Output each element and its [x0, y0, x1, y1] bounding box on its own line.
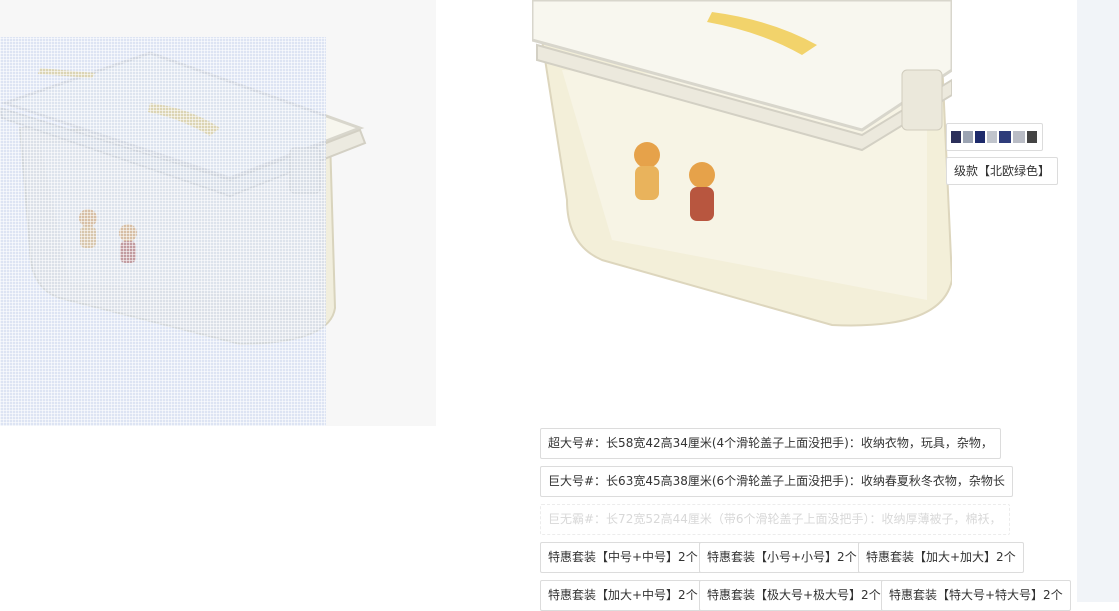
swatch-block — [951, 131, 961, 143]
option-chip[interactable]: 级款【北欧绿色】 — [946, 157, 1059, 185]
bundle-option-chip[interactable]: 特惠套装【加大+中号】2个 — [540, 580, 706, 611]
swatch-block — [999, 131, 1011, 143]
bundle-option-chip[interactable]: 特惠套装【加大+加大】2个 — [858, 542, 1024, 573]
bundle-option-chip[interactable]: 特惠套装【中号+中号】2个 — [540, 542, 706, 573]
bundle-option-chip[interactable]: 特惠套装【特大号+特大号】2个 — [881, 580, 1071, 611]
swatch-block — [963, 131, 973, 143]
zoom-lens[interactable] — [0, 37, 326, 426]
swatch-block — [1013, 131, 1025, 143]
size-option-chip[interactable]: 巨大号#：长63宽45高38厘米(6个滑轮盖子上面没把手)：收纳春夏秋冬衣物，杂… — [540, 466, 1013, 497]
swatch-block — [975, 131, 985, 143]
color-swatch-option[interactable] — [946, 123, 1043, 151]
swatch-block — [987, 131, 997, 143]
bundle-option-chip[interactable]: 特惠套装【小号+小号】2个 — [699, 542, 865, 573]
size-option-chip[interactable]: 超大号#：长58宽42高34厘米(4个滑轮盖子上面没把手)：收纳衣物，玩具，杂物… — [540, 428, 1001, 459]
storage-box-zoom-image — [532, 0, 952, 327]
right-scroll-strip — [1077, 0, 1119, 602]
product-gallery[interactable] — [0, 0, 436, 426]
swatch-block — [1027, 131, 1037, 143]
size-option-chip-disabled: 巨无霸#：长72宽52高44厘米（带6个滑轮盖子上面没把手）：收纳厚薄被子，棉袄… — [540, 504, 1010, 535]
zoom-preview — [532, 0, 952, 345]
bundle-option-chip[interactable]: 特惠套装【极大号+极大号】2个 — [699, 580, 889, 611]
